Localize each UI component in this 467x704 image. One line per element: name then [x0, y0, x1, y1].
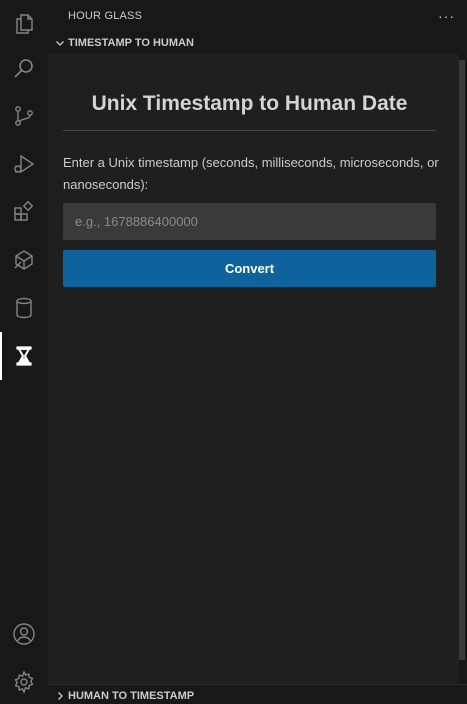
page-title: Unix Timestamp to Human Date — [91, 92, 408, 115]
explorer-button[interactable] — [0, 0, 48, 48]
search-button[interactable] — [0, 44, 48, 92]
search-icon — [14, 59, 33, 78]
run-debug-button[interactable] — [0, 140, 48, 188]
gear-icon — [14, 670, 34, 694]
chevron-down-icon — [52, 35, 68, 51]
sidebar-header: HOUR GLASS ··· — [48, 0, 467, 32]
files-icon — [16, 14, 33, 34]
scrollbar-thumb[interactable] — [459, 60, 465, 660]
instruction-text: Enter a Unix timestamp (seconds, millise… — [63, 155, 439, 192]
source-control-icon — [15, 106, 33, 126]
sidebar-title: HOUR GLASS — [68, 10, 143, 22]
convert-button[interactable]: Convert — [63, 250, 436, 287]
account-button[interactable] — [0, 610, 48, 658]
section-timestamp-to-human[interactable]: TIMESTAMP TO HUMAN — [48, 32, 467, 54]
activity-bar — [0, 0, 48, 704]
hourglass-icon — [16, 346, 32, 366]
run-debug-icon — [14, 154, 35, 174]
database-icon — [16, 297, 32, 319]
webview-panel: Unix Timestamp to Human Date Enter a Uni… — [48, 54, 459, 684]
manage-button[interactable] — [0, 658, 48, 704]
hourglass-button[interactable] — [0, 332, 48, 380]
account-icon — [13, 623, 35, 645]
section-human-to-timestamp[interactable]: HUMAN TO TIMESTAMP — [48, 684, 467, 704]
extensions-icon — [14, 200, 34, 221]
sidebar: HOUR GLASS ··· TIMESTAMP TO HUMAN Unix T… — [48, 0, 467, 704]
section-label: TIMESTAMP TO HUMAN — [68, 37, 194, 49]
chevron-right-icon — [52, 688, 68, 704]
database-button[interactable] — [0, 284, 48, 332]
vscode-window: HOUR GLASS ··· TIMESTAMP TO HUMAN Unix T… — [0, 0, 467, 704]
title-divider — [63, 130, 436, 131]
extensions-button[interactable] — [0, 188, 48, 236]
remote-explorer-button[interactable] — [0, 236, 48, 284]
timestamp-input[interactable] — [63, 203, 436, 240]
remote-explorer-icon — [14, 250, 33, 270]
more-actions-icon[interactable]: ··· — [438, 8, 455, 24]
section-label: HUMAN TO TIMESTAMP — [68, 689, 195, 702]
source-control-button[interactable] — [0, 92, 48, 140]
